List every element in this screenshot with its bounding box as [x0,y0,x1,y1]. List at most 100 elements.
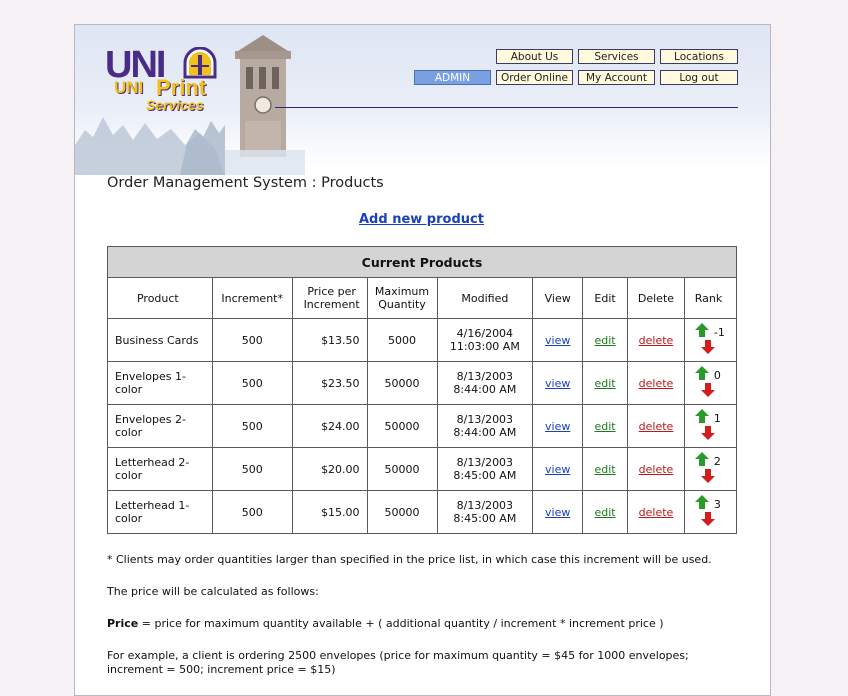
product-name: Business Cards [107,318,213,362]
formula-label: Price [107,617,139,630]
product-max-quantity: 50000 [366,404,438,448]
view-link[interactable]: view [545,463,570,476]
rank-value: 3 [713,498,721,511]
col-header-rank: Rank [683,277,738,319]
rank-value: 1 [713,412,721,425]
delete-link[interactable]: delete [639,377,674,390]
delete-link[interactable]: delete [639,334,674,347]
page-title: Order Management System : Products [107,175,384,191]
view-link[interactable]: view [545,334,570,347]
edit-link[interactable]: edit [595,377,616,390]
modified-time: 8:45:00 AM [453,469,517,482]
product-increment: 500 [211,318,293,362]
nav-my-account[interactable]: My Account [578,70,655,85]
delete-link[interactable]: delete [639,420,674,433]
product-price: $15.00 [291,490,368,534]
green-up-arrow-icon[interactable] [694,323,709,337]
product-max-quantity: 50000 [366,361,438,405]
edit-link[interactable]: edit [595,420,616,433]
rank-value: 2 [713,455,721,468]
table-row: Envelopes 2-color 500 $24.00 50000 8/13/… [107,404,738,448]
product-modified: 4/16/2004 11:03:00 AM [436,318,534,362]
product-price: $23.50 [291,361,368,405]
red-down-arrow-icon[interactable] [700,340,715,354]
product-price: $24.00 [291,404,368,448]
product-name: Letterhead 1-color [107,490,213,534]
red-down-arrow-icon[interactable] [700,383,715,397]
modified-time: 8:44:00 AM [453,426,517,439]
col-header-price: Price per Increment [291,277,368,319]
increment-footnote: * Clients may order quantities larger th… [107,553,712,566]
green-up-arrow-icon[interactable] [694,409,709,423]
product-modified: 8/13/2003 8:44:00 AM [436,361,534,405]
col-header-edit: Edit [582,277,629,319]
modified-date: 4/16/2004 [456,327,514,340]
modified-time: 11:03:00 AM [449,340,520,353]
nav-order-online[interactable]: Order Online [496,70,573,85]
table-row: Letterhead 1-color 500 $15.00 50000 8/13… [107,490,738,534]
nav-services[interactable]: Services [578,49,655,64]
col-header-delete: Delete [627,277,685,319]
col-header-increment: Increment* [211,277,293,319]
edit-link[interactable]: edit [595,334,616,347]
product-modified: 8/13/2003 8:45:00 AM [436,490,534,534]
col-header-max-quantity: Maximum Quantity [366,277,438,319]
modified-time: 8:44:00 AM [453,383,517,396]
product-increment: 500 [211,404,293,448]
table-row: Business Cards 500 $13.50 5000 4/16/2004… [107,318,738,362]
col-header-modified: Modified [436,277,534,319]
product-name: Letterhead 2-color [107,447,213,491]
calculation-intro: The price will be calculated as follows: [107,585,319,598]
modified-date: 8/13/2003 [456,413,514,426]
product-price: $13.50 [291,318,368,362]
modified-date: 8/13/2003 [456,456,514,469]
product-modified: 8/13/2003 8:44:00 AM [436,404,534,448]
nav-log-out[interactable]: Log out [660,70,738,85]
table-row: Letterhead 2-color 500 $20.00 50000 8/13… [107,447,738,491]
table-caption: Current Products [107,246,737,278]
page-container: UNI UNI UNI Print Print Services Service… [74,24,771,696]
modified-date: 8/13/2003 [456,499,514,512]
delete-link[interactable]: delete [639,506,674,519]
pricing-example: For example, a client is ordering 2500 e… [107,649,689,676]
modified-date: 8/13/2003 [456,370,514,383]
view-link[interactable]: view [545,377,570,390]
product-max-quantity: 50000 [366,490,438,534]
product-name: Envelopes 2-color [107,404,213,448]
product-max-quantity: 5000 [366,318,438,362]
nav-locations[interactable]: Locations [660,49,738,64]
header-banner: UNI UNI UNI Print Print Services Service… [75,25,770,175]
add-new-product-link[interactable]: Add new product [359,211,489,229]
header-divider [275,107,738,108]
product-price: $20.00 [291,447,368,491]
red-down-arrow-icon[interactable] [700,426,715,440]
product-increment: 500 [211,361,293,405]
edit-link[interactable]: edit [595,463,616,476]
modified-time: 8:45:00 AM [453,512,517,525]
product-max-quantity: 50000 [366,447,438,491]
col-header-view: View [532,277,584,319]
rank-value: -1 [713,326,725,339]
product-increment: 500 [211,447,293,491]
green-up-arrow-icon[interactable] [694,452,709,466]
red-down-arrow-icon[interactable] [700,469,715,483]
delete-link[interactable]: delete [639,463,674,476]
green-up-arrow-icon[interactable] [694,495,709,509]
table-row: Envelopes 1-color 500 $23.50 50000 8/13/… [107,361,738,405]
col-header-product: Product [107,277,213,319]
products-table: Current Products Product Increment* Pric… [107,246,738,534]
product-increment: 500 [211,490,293,534]
product-modified: 8/13/2003 8:45:00 AM [436,447,534,491]
logo-services-highlight: Services [146,97,204,113]
rank-value: 0 [713,369,721,382]
price-formula: Price = price for maximum quantity avail… [107,617,747,631]
product-name: Envelopes 1-color [107,361,213,405]
edit-link[interactable]: edit [595,506,616,519]
view-link[interactable]: view [545,506,570,519]
nav-about-us[interactable]: About Us [496,49,573,64]
nav-admin[interactable]: ADMIN [414,70,491,85]
formula-text: = price for maximum quantity available +… [138,617,664,630]
red-down-arrow-icon[interactable] [700,512,715,526]
view-link[interactable]: view [545,420,570,433]
green-up-arrow-icon[interactable] [694,366,709,380]
